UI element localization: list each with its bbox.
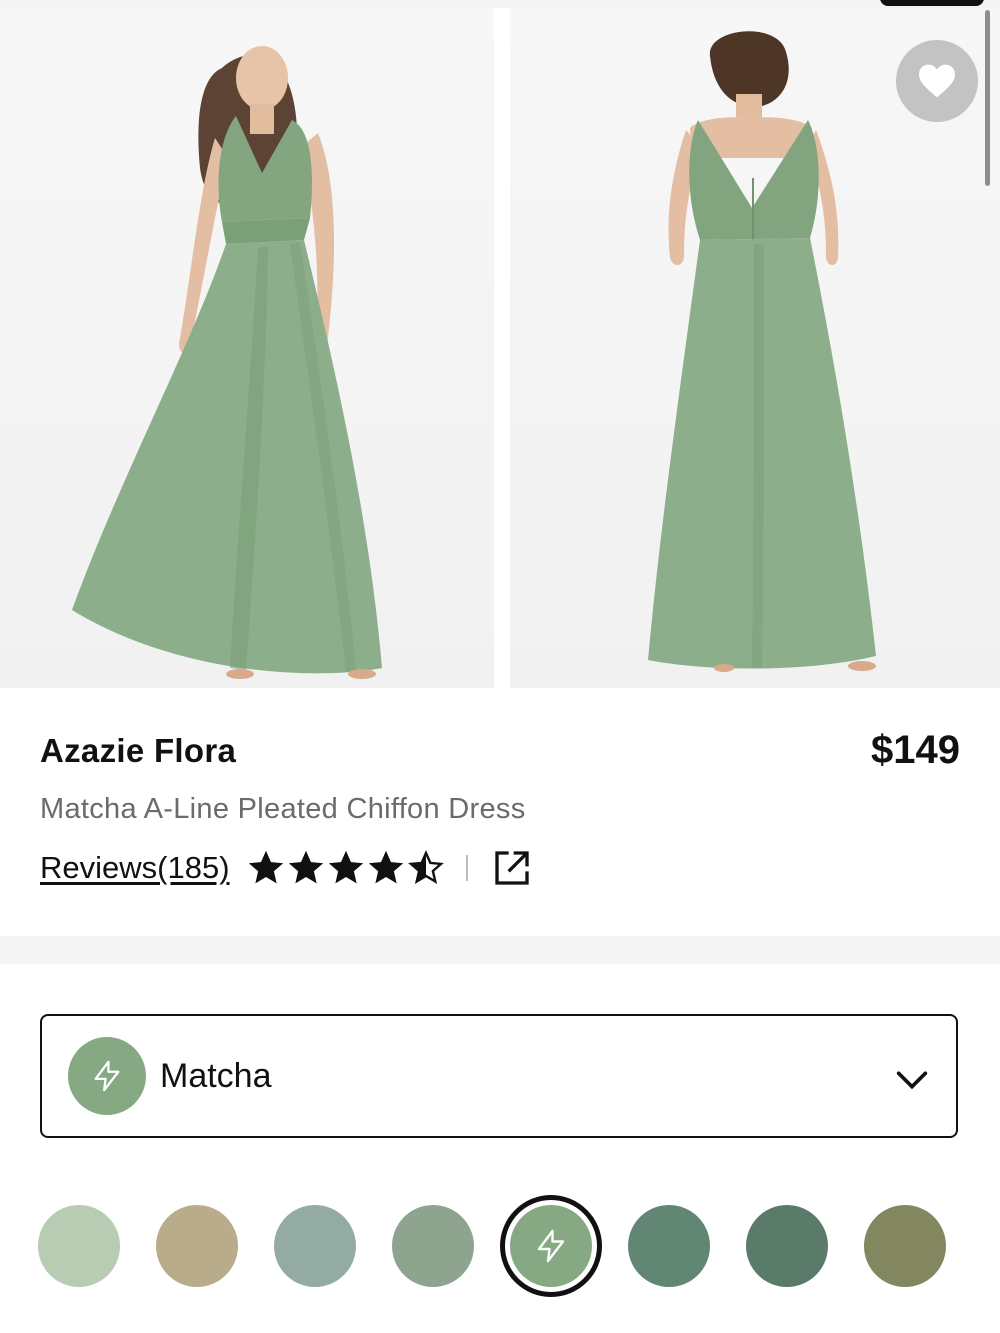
color-swatch[interactable]	[864, 1205, 946, 1287]
color-swatch[interactable]	[392, 1205, 474, 1287]
star-half-icon	[407, 850, 444, 884]
product-page: Azazie Flora $149 Matcha A-Line Pleated …	[0, 0, 1000, 1333]
reviews-row: Reviews(185)	[40, 846, 532, 890]
rating-stars	[248, 850, 444, 886]
lightning-icon	[94, 1060, 120, 1092]
brand-name: Azazie Flora	[40, 732, 237, 769]
scrollbar[interactable]	[985, 10, 990, 186]
product-price: $149	[871, 728, 960, 772]
color-swatch[interactable]	[628, 1205, 710, 1287]
star-full-icon	[248, 850, 283, 884]
top-strip	[0, 0, 1000, 8]
reviews-link[interactable]: Reviews(185)	[40, 850, 230, 886]
product-name: Matcha A-Line Pleated Chiffon Dress	[40, 793, 526, 825]
color-swatch[interactable]	[274, 1205, 356, 1287]
star-full-icon	[328, 850, 363, 884]
lightning-icon	[537, 1229, 565, 1263]
star-full-icon	[368, 850, 403, 884]
wishlist-button[interactable]	[896, 40, 978, 122]
color-swatch-selected[interactable]	[510, 1205, 592, 1287]
divider	[465, 855, 468, 881]
selected-color-label: Matcha	[160, 1056, 272, 1095]
color-swatch[interactable]	[156, 1205, 238, 1287]
color-swatches	[38, 1204, 958, 1288]
chevron-down-icon	[896, 1071, 928, 1090]
star-full-icon	[288, 850, 323, 884]
image-gallery[interactable]	[0, 8, 1000, 690]
selected-color-swatch	[68, 1037, 146, 1115]
color-select-dropdown[interactable]: Matcha	[40, 1014, 958, 1138]
section-divider	[0, 936, 1000, 964]
external-link-icon[interactable]	[492, 848, 532, 888]
dress-front-illustration	[72, 46, 382, 679]
heart-icon	[919, 64, 955, 98]
top-pill	[880, 0, 984, 6]
color-swatch[interactable]	[38, 1205, 120, 1287]
product-photo-front[interactable]	[0, 8, 494, 688]
color-swatch[interactable]	[746, 1205, 828, 1287]
